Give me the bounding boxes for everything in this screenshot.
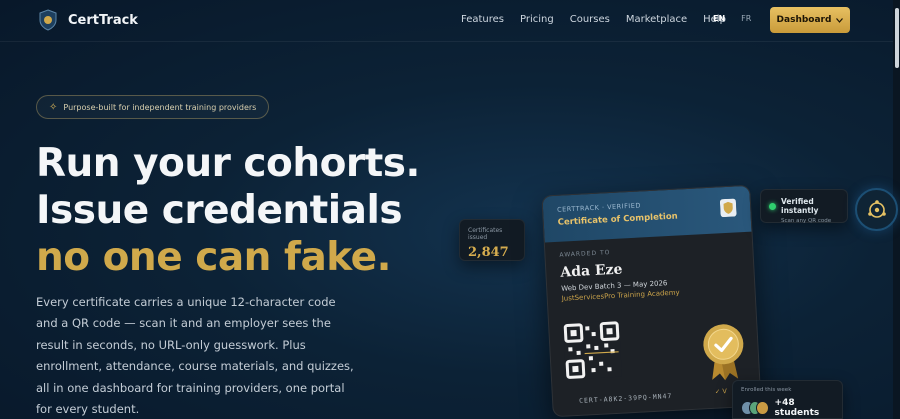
issued-value: 2,847 — [468, 245, 509, 260]
chevron-down-icon — [836, 17, 844, 23]
certificates-issued-card: Certificates issued 2,847 — [459, 219, 525, 261]
dashboard-button[interactable]: Dashboard — [770, 7, 850, 33]
lang-fr[interactable]: FR — [735, 10, 757, 27]
headline-line-2: Issue credentials — [36, 188, 403, 233]
badge-text: Purpose-built for independent training p… — [63, 102, 257, 112]
shield-icon — [39, 9, 57, 31]
award-seal-icon — [703, 324, 744, 381]
nav-links: Features Pricing Courses Marketplace Hel… — [461, 14, 726, 25]
qr-code-icon[interactable] — [563, 320, 622, 380]
scrollbar-thumb[interactable] — [895, 8, 899, 68]
brand[interactable]: CertTrack — [38, 9, 138, 31]
nav-link-pricing[interactable]: Pricing — [520, 14, 554, 25]
hero-badge: ✧ Purpose-built for independent training… — [36, 95, 270, 119]
nav-link-features[interactable]: Features — [461, 14, 504, 25]
language-switcher: EN FR — [707, 10, 757, 27]
verified-mark: ✓ V — [714, 387, 728, 396]
enrolled-label: Enrolled this week — [741, 387, 792, 393]
enrolled-count: +48 students — [774, 398, 820, 418]
issued-label: Certificates issued — [468, 227, 503, 241]
sparkle-icon: ✧ — [49, 101, 58, 113]
verified-instantly-card: Verified instantly Scan any QR code — [760, 189, 848, 224]
nav-link-courses[interactable]: Courses — [570, 14, 610, 25]
headline-line-1: Run your cohorts. — [36, 141, 420, 186]
verified-subtitle: Scan any QR code — [781, 218, 832, 224]
headline-line-3: no one can fake. — [36, 235, 391, 280]
brand-name: CertTrack — [68, 12, 138, 28]
target-icon — [867, 199, 886, 218]
enrolled-card: Enrolled this week +48 students — [732, 380, 843, 419]
hero-description: Every certificate carries a unique 12-ch… — [36, 295, 354, 417]
shield-icon — [719, 198, 737, 218]
status-dot — [769, 203, 776, 210]
avatar-group: +48 students — [741, 398, 834, 418]
floating-action-button[interactable] — [855, 188, 898, 231]
avatar — [756, 401, 769, 415]
certificate-body: AWARDED TO Ada Eze Web Dev Batch 3 — May… — [545, 232, 761, 418]
hero-headline: Run your cohorts. Issue credentials no o… — [36, 140, 420, 281]
nav-link-marketplace[interactable]: Marketplace — [626, 14, 687, 25]
certificate-code: CERT-A8K2-39PQ-MN47 — [578, 392, 673, 405]
top-nav: CertTrack Features Pricing Courses Marke… — [0, 0, 900, 42]
certificate-card: CERTTRACK · VERIFIED Certificate of Comp… — [541, 184, 762, 418]
verified-title: Verified instantly — [781, 197, 819, 215]
dashboard-label: Dashboard — [776, 15, 832, 25]
lang-en[interactable]: EN — [707, 10, 731, 27]
